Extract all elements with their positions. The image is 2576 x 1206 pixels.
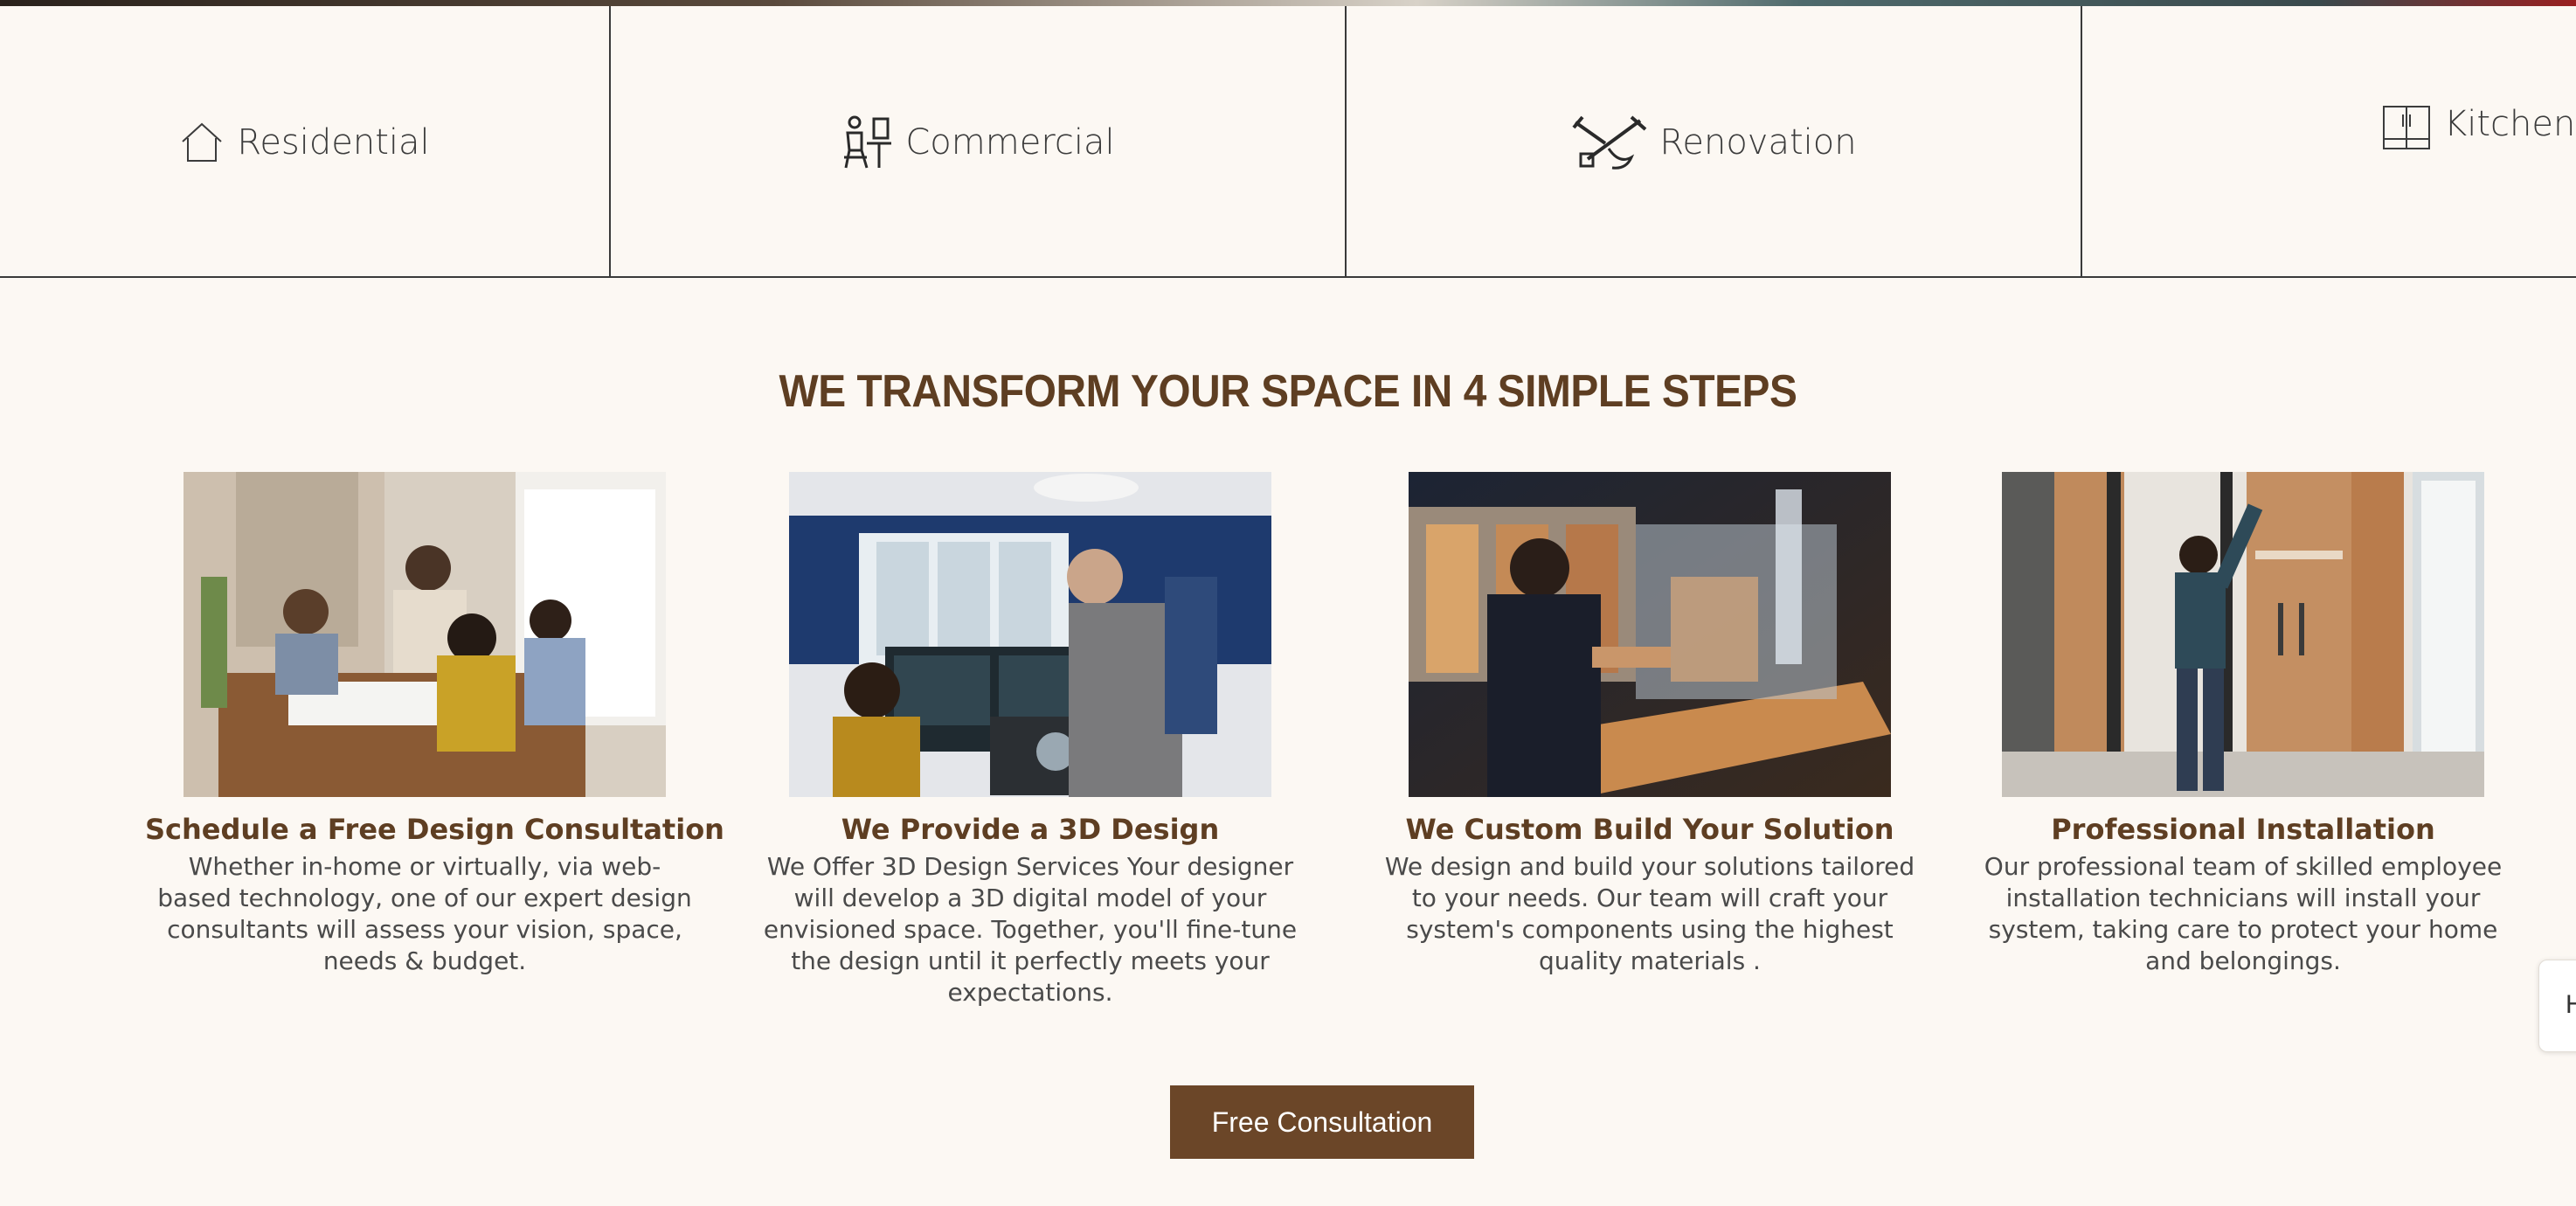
side-widget-tab[interactable]: H [2538,960,2576,1052]
step-card: Schedule a Free Design Consultation Whet… [145,472,724,977]
cabinet-icon [2381,104,2432,151]
free-consultation-button[interactable]: Free Consultation [1170,1085,1474,1159]
category-kitchen[interactable]: Kitchen [2081,6,2576,278]
category-label: Commercial [905,121,1115,163]
category-label: Kitchen [2444,104,2576,144]
category-renovation[interactable]: Renovation [1345,6,2081,278]
step-title: We Provide a 3D Design [841,813,1220,846]
step-card: We Provide a 3D Design We Offer 3D Desig… [751,472,1310,1008]
desk-worker-icon [841,114,893,171]
step-description: We design and build your solutions tailo… [1384,852,1915,975]
3d-design-photo [789,472,1271,797]
category-strip: Residential Commercial Renovation Kitche… [0,6,2576,278]
step-description: We Offer 3D Design Services Your designe… [763,852,1298,1007]
step-title: We Custom Build Your Solution [1405,813,1894,846]
step-card: Professional Installation Our profession… [1963,472,2523,977]
side-widget-label: H [2566,990,2576,1019]
category-label: Residential [237,121,430,163]
steps-heading: WE TRANSFORM YOUR SPACE IN 4 SIMPLE STEP… [779,366,1797,417]
consultation-photo [184,472,666,797]
step-description: Our professional team of skilled employe… [1984,852,2503,975]
category-residential[interactable]: Residential [0,6,609,278]
step-title: Professional Installation [2051,813,2435,846]
category-commercial[interactable]: Commercial [609,6,1345,278]
installation-photo [2002,472,2484,797]
tools-icon [1570,114,1647,171]
house-icon [179,121,225,164]
step-description: Whether in-home or virtually, via web-ba… [157,852,692,975]
hero-image-bottom-edge [0,0,2576,6]
custom-build-photo [1409,472,1891,797]
step-card: We Custom Build Your Solution We design … [1370,472,1929,977]
category-label: Renovation [1659,121,1857,163]
step-title: Schedule a Free Design Consultation [145,813,724,846]
